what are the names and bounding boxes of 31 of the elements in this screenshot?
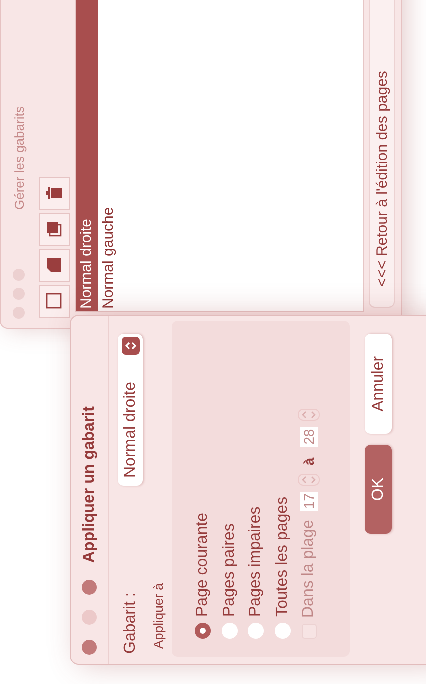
close-light[interactable] [82,640,97,655]
separator-label: à [301,458,318,466]
template-item[interactable]: Normal gauche [98,0,120,311]
radio-button[interactable] [274,623,291,639]
zoom-light[interactable] [82,580,97,595]
range-label: Dans la plage [300,520,318,618]
duplicate-icon [45,220,63,238]
option-label: Pages paires [220,524,239,617]
radio-button[interactable] [195,623,212,639]
option-label: Page courante [194,512,212,617]
template-label: Gabarit : [122,592,140,654]
cancel-button[interactable]: Annuler [365,334,392,434]
window-title: Appliquer un gabarit [80,406,98,563]
option-label: Toutes les pages [274,496,292,617]
apply-to-label: Appliquer à [151,582,166,649]
page-button[interactable] [38,249,70,282]
ok-button[interactable]: OK [365,445,392,534]
duplicate-button[interactable] [38,213,70,246]
option-label: Pages impaires [247,506,266,617]
template-item[interactable]: Normal droite [76,0,98,311]
back-button[interactable]: <<< Retour à l'édition des pages [369,0,395,308]
page-icon [45,256,63,274]
radio-button[interactable] [222,623,238,639]
trash-button[interactable] [38,177,70,210]
stepper-icon [122,337,140,355]
blank-page-icon [45,292,63,310]
window-title: Gérer les gabarits [12,106,26,210]
new-page-button[interactable] [38,285,70,318]
radio-button[interactable] [248,623,264,639]
minimize-light[interactable] [82,610,97,625]
template-popup[interactable]: Normal droite [118,334,143,486]
